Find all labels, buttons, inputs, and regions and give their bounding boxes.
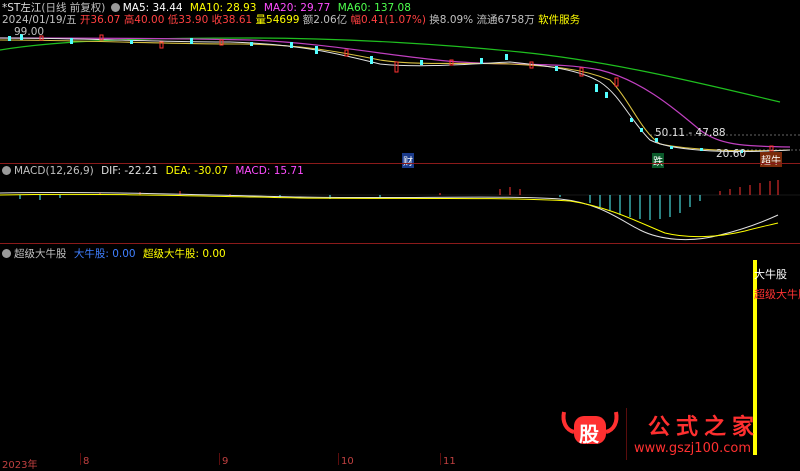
brand-name: 公式之家 xyxy=(648,415,761,440)
timeline-tick-aug: 8 xyxy=(83,456,90,467)
kline-panel[interactable] xyxy=(0,0,800,165)
ma60-line xyxy=(0,37,781,103)
tick-line xyxy=(338,453,339,465)
top-price-label: 99.00 xyxy=(14,26,45,38)
low-price-label: 20.60 xyxy=(716,148,747,160)
brand-logo: 股 xyxy=(560,408,620,448)
tick-line xyxy=(440,453,441,465)
tick-line xyxy=(80,453,81,465)
indicator-settings-icon[interactable] xyxy=(2,249,11,258)
range-price-label: 50.11 - 47.88 xyxy=(655,127,726,139)
brand-glyph: 股 xyxy=(579,422,599,446)
indicator-title[interactable]: 超级大牛股 xyxy=(14,248,67,260)
macd-dif-line xyxy=(0,191,779,241)
timeline-axis: 2023年 8 9 10 11 xyxy=(0,453,800,471)
indicator-header: 超级大牛股 大牛股: 0.00 超级大牛股: 0.00 xyxy=(2,246,226,261)
tick-line xyxy=(219,453,220,465)
timeline-tick-nov: 11 xyxy=(443,456,456,467)
brand-url[interactable]: www.gszj100.com xyxy=(634,441,751,456)
macd-histogram xyxy=(19,180,779,220)
timeline-tick-sep: 9 xyxy=(222,456,229,467)
timeline-tick-year: 2023年 xyxy=(2,460,38,471)
timeline-tick-oct: 10 xyxy=(341,456,354,467)
macd-panel[interactable] xyxy=(0,165,800,245)
indicator-super-bull: 超级大牛股: 0.00 xyxy=(142,248,226,260)
indicator-big-bull: 大牛股: 0.00 xyxy=(73,248,136,260)
macd-dea-line xyxy=(0,193,779,238)
divider-macd xyxy=(0,243,800,244)
bar-label-super-bull: 超级大牛股 xyxy=(754,288,800,301)
divider-main xyxy=(0,163,800,164)
watermark-divider xyxy=(626,408,627,460)
bar-label-big-bull: 大牛股 xyxy=(754,268,787,281)
